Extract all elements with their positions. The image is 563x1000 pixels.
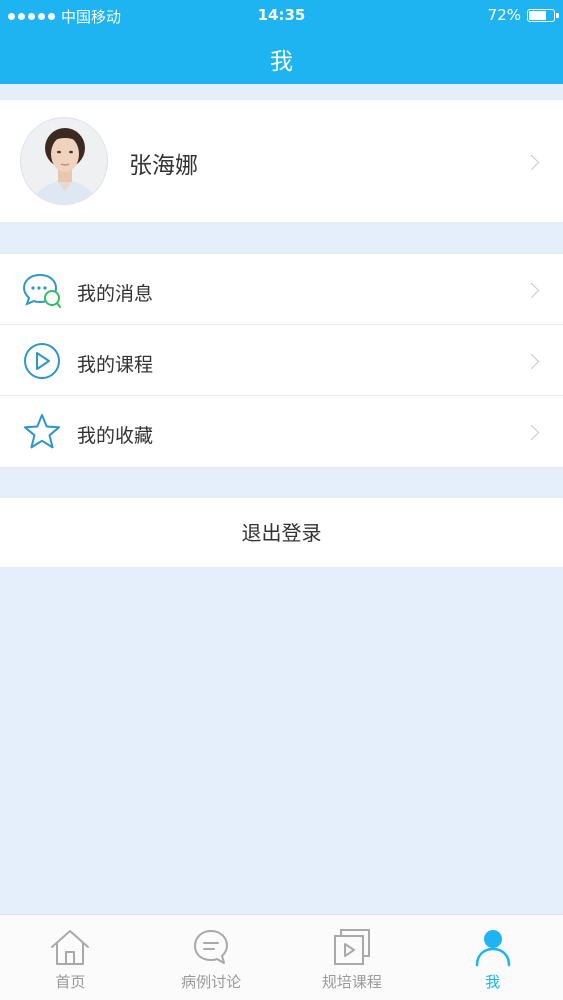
status-right: 72% — [487, 6, 559, 24]
chat-bubbles-icon — [22, 273, 61, 308]
chevron-right-icon — [523, 282, 540, 299]
battery-fill — [529, 10, 546, 20]
battery-icon — [527, 8, 559, 22]
tab-label: 首页 — [55, 973, 86, 991]
tab-me[interactable]: 我 — [422, 915, 563, 1000]
page-title: 我 — [270, 49, 293, 75]
home-icon — [51, 930, 90, 965]
menu-item-favorites[interactable]: 我的收藏 — [0, 396, 563, 467]
menu-item-courses[interactable]: 我的课程 — [0, 325, 563, 396]
menu-item-label: 我的收藏 — [77, 425, 154, 447]
person-icon — [475, 930, 510, 967]
profile-name: 张海娜 — [129, 153, 198, 179]
avatar-image — [21, 118, 107, 204]
chevron-right-icon — [523, 353, 540, 370]
menu-item-label: 我的消息 — [77, 283, 154, 305]
logout-button[interactable]: 退出登录 — [0, 497, 563, 568]
profile-card[interactable]: 张海娜 — [0, 99, 563, 223]
status-time: 14:35 — [257, 6, 306, 24]
profile-screen: 中国移动 14:35 72% 我 张海娜 我的消息 我的课程 我的收藏 退出登录… — [0, 0, 563, 1000]
avatar[interactable] — [20, 117, 108, 205]
chevron-right-icon — [523, 154, 540, 171]
tab-training-courses[interactable]: 规培课程 — [282, 915, 423, 1000]
course-icon — [333, 929, 370, 965]
play-circle-icon — [24, 343, 60, 379]
tab-bar: 首页 病例讨论 规培课程 我 — [0, 914, 563, 1000]
chevron-right-icon — [523, 424, 540, 441]
tab-label: 我 — [485, 973, 501, 991]
chat-icon — [194, 930, 229, 964]
tab-label: 病例讨论 — [181, 973, 242, 991]
star-icon — [24, 414, 60, 449]
tab-case-discussion[interactable]: 病例讨论 — [141, 915, 282, 1000]
app-header: 中国移动 14:35 72% 我 — [0, 0, 563, 84]
tab-label: 规培课程 — [321, 973, 382, 991]
tab-home[interactable]: 首页 — [0, 915, 141, 1000]
menu-item-messages[interactable]: 我的消息 — [0, 254, 563, 325]
menu-list: 我的消息 我的课程 我的收藏 — [0, 253, 563, 468]
battery-percent: 72% — [487, 6, 521, 24]
status-bar: 中国移动 14:35 72% — [0, 0, 563, 30]
menu-item-label: 我的课程 — [77, 354, 154, 376]
